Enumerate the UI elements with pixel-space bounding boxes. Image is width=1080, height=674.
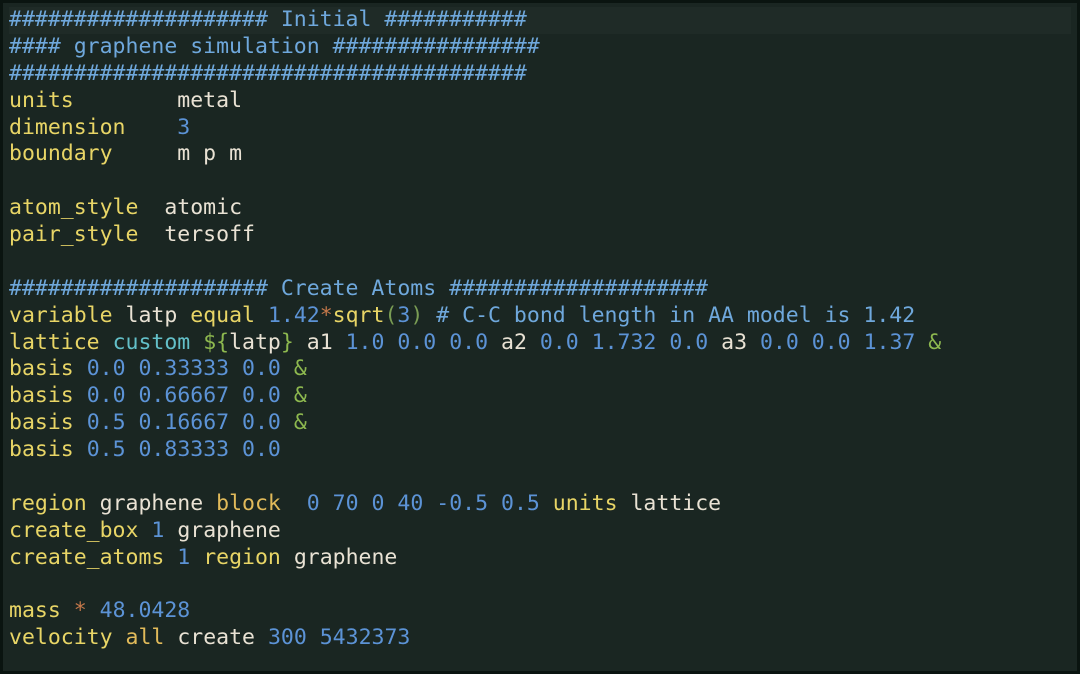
kw-basis-2: basis [9, 383, 74, 408]
val-atomic: atomic [164, 195, 242, 220]
amp-4: & [294, 410, 307, 435]
rpar-1: ) [410, 303, 423, 328]
val-mpm: m p m [177, 141, 242, 166]
kw-create-atoms: create_atoms [9, 545, 164, 570]
comment-initial: #################### Initial ########### [9, 7, 527, 32]
r-zlo: -0.5 [436, 491, 488, 516]
vel-seed: 5432373 [320, 625, 411, 650]
amp-3: & [294, 383, 307, 408]
kw-atom-style: atom_style [9, 195, 138, 220]
kw-units: units [9, 88, 74, 113]
kw-region-sub: region [203, 545, 281, 570]
val-tersoff: tersoff [164, 222, 255, 247]
lpar-1: ( [384, 303, 397, 328]
kw-mass: mass [9, 598, 61, 623]
comment-bond: # C-C bond length in AA model is 1.42 [436, 303, 915, 328]
kw-dimension: dimension [9, 115, 126, 140]
kw-basis-1: basis [9, 356, 74, 381]
kw-lattice: lattice [9, 330, 100, 355]
id-graphene-1: graphene [100, 491, 204, 516]
val-metal: metal [177, 88, 242, 113]
ca-1: 1 [177, 545, 190, 570]
b4x: 0.5 [87, 437, 126, 462]
id-graphene-3: graphene [294, 545, 398, 570]
a1x: 1.0 [346, 330, 385, 355]
num-3: 3 [397, 303, 410, 328]
b1z: 0.0 [242, 356, 281, 381]
kw-basis-3: basis [9, 410, 74, 435]
dol-close: } [281, 330, 294, 355]
a3y: 0.0 [812, 330, 851, 355]
a2: a2 [501, 330, 527, 355]
kw-sqrt: sqrt [333, 303, 385, 328]
r-zhi: 0.5 [501, 491, 540, 516]
comment-create-atoms: #################### Create Atoms ######… [9, 276, 708, 301]
kw-equal: equal [190, 303, 255, 328]
dol-open: ${ [203, 330, 229, 355]
b1y: 0.33333 [138, 356, 229, 381]
a3z: 1.37 [864, 330, 916, 355]
a2y: 1.732 [592, 330, 657, 355]
kw-pair-style: pair_style [9, 222, 138, 247]
b1x: 0.0 [87, 356, 126, 381]
op-star-1: * [320, 303, 333, 328]
val-custom: custom [113, 330, 191, 355]
a1y: 0.0 [397, 330, 436, 355]
kw-region: region [9, 491, 87, 516]
a2x: 0.0 [540, 330, 579, 355]
b2x: 0.0 [87, 383, 126, 408]
a1: a1 [307, 330, 333, 355]
code-editor[interactable]: #################### Initial ###########… [9, 7, 1071, 652]
amp-1: & [928, 330, 941, 355]
kw-basis-4: basis [9, 437, 74, 462]
b4z: 0.0 [242, 437, 281, 462]
num-1-42: 1.42 [268, 303, 320, 328]
op-star-2: * [74, 598, 87, 623]
r-yhi: 40 [397, 491, 423, 516]
var-latp: latp [229, 330, 281, 355]
id-latp: latp [126, 303, 178, 328]
kw-create-box: create_box [9, 518, 138, 543]
kw-boundary: boundary [9, 141, 113, 166]
a3: a3 [721, 330, 747, 355]
r-xlo: 0 [307, 491, 320, 516]
a1z: 0.0 [449, 330, 488, 355]
b2y: 0.66667 [138, 383, 229, 408]
r-ylo: 0 [372, 491, 385, 516]
b3x: 0.5 [87, 410, 126, 435]
id-graphene-2: graphene [177, 518, 281, 543]
r-xhi: 70 [333, 491, 359, 516]
val-all: all [126, 625, 165, 650]
kw-variable: variable [9, 303, 113, 328]
amp-2: & [294, 356, 307, 381]
val-block: block [216, 491, 281, 516]
val-3: 3 [177, 115, 190, 140]
a3x: 0.0 [760, 330, 799, 355]
b2z: 0.0 [242, 383, 281, 408]
b3z: 0.0 [242, 410, 281, 435]
b4y: 0.83333 [138, 437, 229, 462]
kw-velocity: velocity [9, 625, 113, 650]
cb-1: 1 [151, 518, 164, 543]
comment-graphene: #### graphene simulation ###############… [9, 34, 540, 59]
a2z: 0.0 [669, 330, 708, 355]
val-lattice-sub: lattice [630, 491, 721, 516]
val-create: create [177, 625, 255, 650]
vel-temp: 300 [268, 625, 307, 650]
mass-val: 48.0428 [100, 598, 191, 623]
b3y: 0.16667 [138, 410, 229, 435]
comment-hashline: ######################################## [9, 61, 527, 86]
kw-units-sub: units [553, 491, 618, 516]
